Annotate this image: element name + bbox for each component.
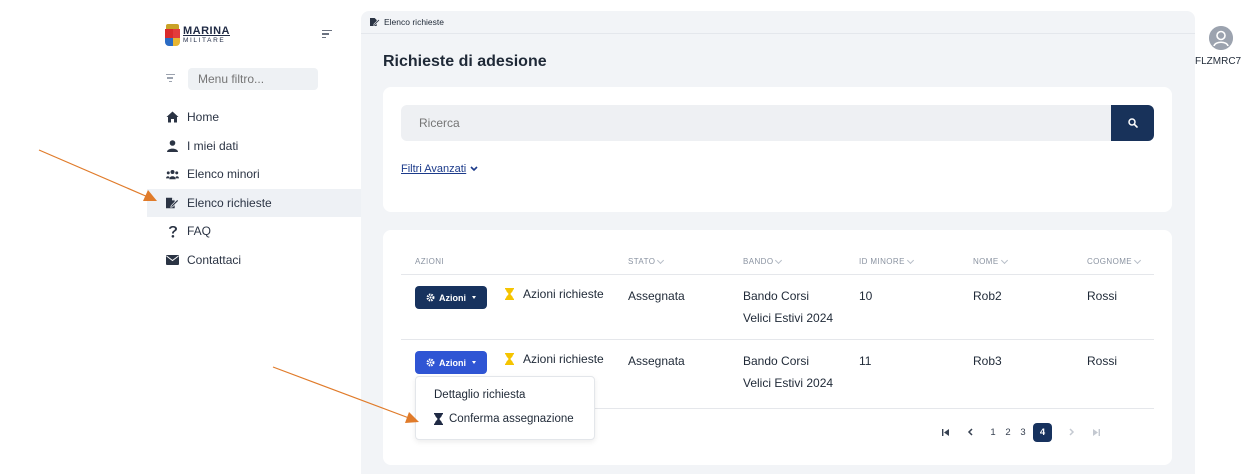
search-button[interactable] xyxy=(1111,105,1154,141)
first-page-button[interactable] xyxy=(938,424,952,440)
column-header-cognome[interactable]: COGNOME xyxy=(1087,256,1142,266)
sidebar-item-i-miei-dati[interactable]: I miei dati xyxy=(147,132,361,161)
cell-id-minore: 11 xyxy=(859,354,872,368)
cell-nome: Rob2 xyxy=(973,289,1002,303)
column-header-nome[interactable]: NOME xyxy=(973,256,1008,266)
row-divider xyxy=(401,339,1154,340)
sidebar-item-elenco-minori[interactable]: Elenco minori xyxy=(147,160,361,189)
page-button-2[interactable]: 2 xyxy=(1001,424,1015,440)
menu-item-dettaglio-richiesta[interactable]: Dettaglio richiesta xyxy=(434,389,525,401)
menu-filter-input[interactable] xyxy=(188,68,318,90)
sidebar-item-label: Elenco richieste xyxy=(187,195,272,210)
search-card: Filtri Avanzati xyxy=(383,87,1172,212)
logo-text-line2: MILITARE xyxy=(183,36,226,44)
question-icon xyxy=(166,225,179,238)
hourglass-icon xyxy=(434,413,443,425)
column-header-bando[interactable]: BANDO xyxy=(743,256,783,266)
column-header-azioni: AZIONI xyxy=(415,257,445,266)
file-signature-icon xyxy=(370,18,380,26)
hourglass-icon xyxy=(505,353,514,365)
page-title: Richieste di adesione xyxy=(383,53,547,70)
azioni-richieste-link[interactable]: Azioni richieste xyxy=(505,287,604,301)
user-avatar-icon xyxy=(1209,26,1233,50)
app-root: MARINA MILITARE Home I miei dati Elenco … xyxy=(0,0,1241,474)
sidebar-item-contattaci[interactable]: Contattaci xyxy=(147,246,361,275)
user-avatar[interactable] xyxy=(1209,26,1233,50)
file-signature-icon xyxy=(166,196,179,209)
marina-militare-emblem xyxy=(165,24,180,46)
cell-stato: Assegnata xyxy=(628,289,685,303)
column-header-id-minore[interactable]: ID MINORE xyxy=(859,256,914,266)
envelope-icon xyxy=(166,253,179,266)
requests-table-card: AZIONI STATO BANDO ID MINORE NOME COGNOM… xyxy=(383,230,1172,465)
search-input[interactable] xyxy=(401,105,1111,141)
next-page-button[interactable] xyxy=(1065,424,1079,440)
cell-bando-line2: Velici Estivi 2024 xyxy=(743,376,834,390)
last-page-button[interactable] xyxy=(1089,424,1103,440)
sidebar-nav: Home I miei dati Elenco minori Elenco ri… xyxy=(147,103,361,274)
sidebar-item-elenco-richieste[interactable]: Elenco richieste xyxy=(147,188,361,217)
row-divider xyxy=(595,408,1154,409)
page-button-4-current[interactable]: 4 xyxy=(1033,423,1052,442)
chevron-down-icon xyxy=(470,166,478,172)
sidebar-item-label: Home xyxy=(187,110,220,125)
user-code[interactable]: FLZMRC7 xyxy=(1195,56,1241,67)
cell-id-minore: 10 xyxy=(859,289,873,303)
annotation-arrow xyxy=(38,149,157,201)
cell-cognome: Rossi xyxy=(1087,354,1118,368)
cell-bando-line1: Bando Corsi xyxy=(743,354,810,368)
logo[interactable]: MARINA MILITARE xyxy=(165,24,230,46)
page-button-3[interactable]: 3 xyxy=(1016,424,1030,440)
azioni-dropdown-button[interactable]: Azioni xyxy=(415,286,487,309)
logo-text-line1: MARINA xyxy=(183,24,230,37)
breadcrumb-divider xyxy=(361,33,1195,34)
cell-bando-line2: Velici Estivi 2024 xyxy=(743,311,834,325)
chevron-right-icon xyxy=(1069,428,1075,436)
sidebar-item-label: Contattaci xyxy=(187,252,242,267)
cell-nome: Rob3 xyxy=(973,354,1002,368)
main-panel: Elenco richieste Richieste di adesione F… xyxy=(361,11,1195,474)
column-header-stato[interactable]: STATO xyxy=(628,256,665,266)
sidebar-collapse-icon[interactable] xyxy=(322,30,332,40)
sidebar-item-label: Elenco minori xyxy=(187,167,260,182)
page-button-1[interactable]: 1 xyxy=(986,424,1000,440)
menu-item-conferma-assegnazione[interactable]: Conferma assegnazione xyxy=(434,413,574,425)
azioni-dropdown-menu: Dettaglio richiesta Conferma assegnazion… xyxy=(415,376,595,440)
users-icon xyxy=(166,168,179,181)
cell-bando-line1: Bando Corsi xyxy=(743,289,810,303)
chevron-left-icon xyxy=(967,428,973,436)
sidebar-item-home[interactable]: Home xyxy=(147,103,361,132)
sidebar-item-label: FAQ xyxy=(187,224,212,239)
azioni-richieste-link[interactable]: Azioni richieste xyxy=(505,352,604,366)
header-divider xyxy=(401,274,1154,275)
user-icon xyxy=(166,139,179,152)
gear-icon xyxy=(426,293,435,302)
azioni-dropdown-button[interactable]: Azioni xyxy=(415,351,487,374)
cell-stato: Assegnata xyxy=(628,354,685,368)
advanced-filters-toggle[interactable]: Filtri Avanzati xyxy=(401,163,478,175)
hourglass-icon xyxy=(505,288,514,300)
cell-cognome: Rossi xyxy=(1087,289,1118,303)
search-icon xyxy=(1127,118,1138,128)
breadcrumb: Elenco richieste xyxy=(370,17,444,27)
last-page-icon xyxy=(1092,428,1100,436)
first-page-icon xyxy=(941,428,949,436)
advanced-filters-label: Filtri Avanzati xyxy=(401,163,467,175)
home-icon xyxy=(166,111,179,124)
menu-filter xyxy=(165,68,318,90)
gear-icon xyxy=(426,358,435,367)
sidebar-item-faq[interactable]: FAQ xyxy=(147,217,361,246)
filter-icon xyxy=(165,74,175,84)
sidebar-item-label: I miei dati xyxy=(187,138,239,153)
breadcrumb-item[interactable]: Elenco richieste xyxy=(384,17,444,27)
prev-page-button[interactable] xyxy=(963,424,977,440)
